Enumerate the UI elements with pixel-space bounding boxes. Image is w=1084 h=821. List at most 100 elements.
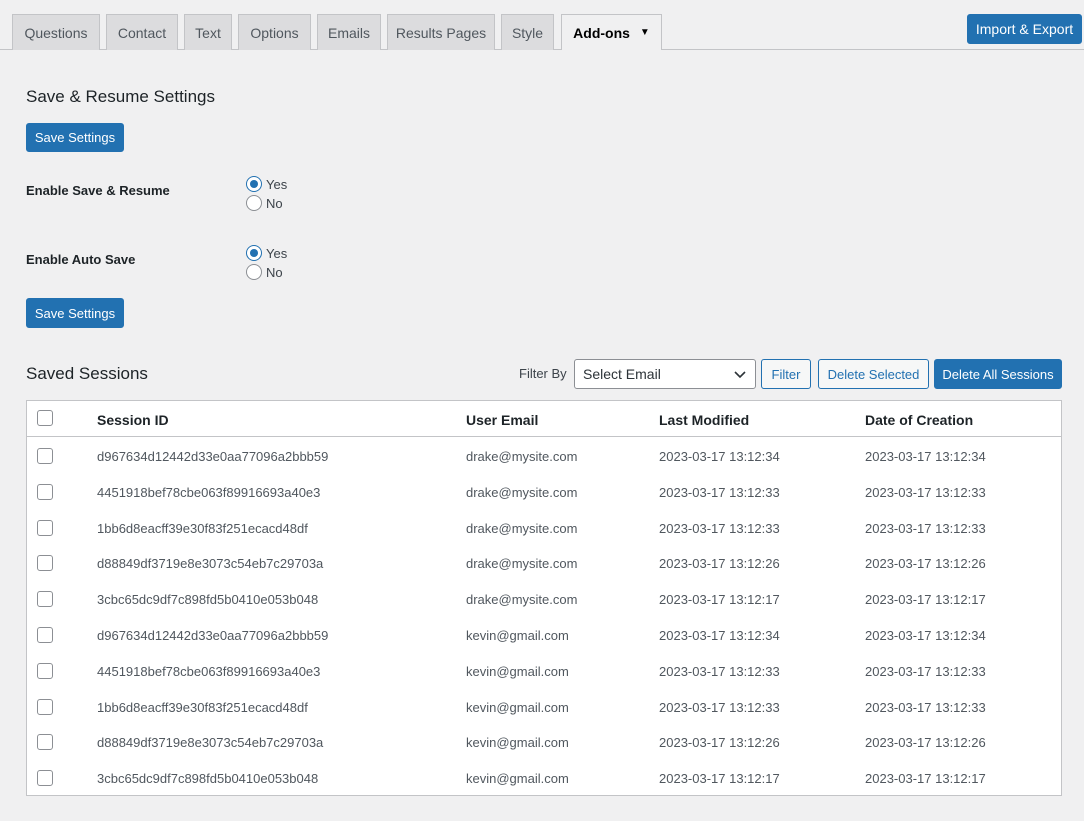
auto-save-no-option[interactable]: No <box>246 264 283 280</box>
column-header-last-modified: Last Modified <box>659 412 750 428</box>
row-checkbox[interactable] <box>37 555 53 572</box>
button-label: Save Settings <box>34 130 116 145</box>
save-resume-yes-radio[interactable] <box>246 176 262 192</box>
date-of-creation-cell: 2023-03-17 13:12:33 <box>865 663 986 679</box>
button-label: Import & Export <box>975 21 1074 37</box>
auto-save-yes-option[interactable]: Yes <box>246 245 287 261</box>
user-email-cell: kevin@gmail.com <box>466 771 569 787</box>
last-modified-cell: 2023-03-17 13:12:34 <box>659 449 780 464</box>
user-email-cell: kevin@gmail.com <box>466 663 569 679</box>
row-checkbox[interactable] <box>37 519 53 536</box>
date-of-creation-cell: 2023-03-17 13:12:33 <box>865 699 986 715</box>
table-row: d88849df3719e8e3073c54eb7c29703a drake@my… <box>27 545 1061 581</box>
tab-label: Emails <box>327 24 370 41</box>
last-modified-cell: 2023-03-17 13:12:33 <box>659 699 780 715</box>
user-email-cell: drake@mysite.com <box>466 484 578 500</box>
filter-button[interactable]: Filter <box>761 359 811 389</box>
table-header: Session ID User Email Last Modified Date… <box>27 401 1061 437</box>
tab-label: Results Pages <box>395 24 487 41</box>
session-id-cell: d967634d12442d33e0aa77096a2bbb59 <box>97 628 329 643</box>
save-resume-no-radio[interactable] <box>246 195 262 211</box>
enable-auto-save-label: Enable Auto Save <box>26 252 136 267</box>
row-checkbox[interactable] <box>37 734 53 751</box>
row-checkbox[interactable] <box>37 698 53 715</box>
last-modified-cell: 2023-03-17 13:12:33 <box>659 663 780 679</box>
date-of-creation-cell: 2023-03-17 13:12:17 <box>865 592 986 608</box>
row-checkbox[interactable] <box>37 448 53 464</box>
tab-label: Questions <box>24 24 88 41</box>
tab-emails[interactable]: Emails <box>317 14 381 50</box>
tab-contact[interactable]: Contact <box>106 14 178 50</box>
table-row: 1bb6d8eacff39e30f83f251ecacd48df drake@my… <box>27 510 1061 546</box>
tab-text[interactable]: Text <box>184 14 232 50</box>
auto-save-yes-radio[interactable] <box>246 245 262 261</box>
button-label: Delete Selected <box>827 366 920 382</box>
radio-label: No <box>266 195 283 211</box>
enable-save-resume-label: Enable Save & Resume <box>26 183 170 198</box>
last-modified-cell: 2023-03-17 13:12:33 <box>659 520 780 536</box>
last-modified-cell: 2023-03-17 13:12:17 <box>659 771 780 787</box>
date-of-creation-cell: 2023-03-17 13:12:26 <box>865 556 986 572</box>
delete-all-sessions-button[interactable]: Delete All Sessions <box>934 359 1062 389</box>
sessions-table: Session ID User Email Last Modified Date… <box>26 400 1062 796</box>
session-id-cell: 4451918bef78cbe063f89916693a40e3 <box>97 484 321 500</box>
user-email-cell: drake@mysite.com <box>466 449 578 464</box>
user-email-cell: drake@mysite.com <box>466 556 578 572</box>
session-id-cell: 4451918bef78cbe063f89916693a40e3 <box>97 663 321 679</box>
row-checkbox[interactable] <box>37 770 53 787</box>
session-id-cell: 1bb6d8eacff39e30f83f251ecacd48df <box>97 699 308 715</box>
saved-sessions-title: Saved Sessions <box>26 364 148 383</box>
radio-label: Yes <box>266 245 288 261</box>
session-id-cell: 1bb6d8eacff39e30f83f251ecacd48df <box>97 520 308 536</box>
tab-questions[interactable]: Questions <box>12 14 100 50</box>
radio-label: No <box>266 264 283 280</box>
save-resume-yes-option[interactable]: Yes <box>246 176 287 192</box>
session-id-cell: d967634d12442d33e0aa77096a2bbb59 <box>97 449 329 464</box>
filter-by-label: Filter By <box>519 366 567 381</box>
tab-results-pages[interactable]: Results Pages <box>387 14 495 50</box>
select-all-checkbox[interactable] <box>37 410 53 426</box>
table-row: d88849df3719e8e3073c54eb7c29703a kevin@gm… <box>27 724 1061 760</box>
email-filter-select[interactable]: Select Email <box>574 359 756 389</box>
session-id-cell: d88849df3719e8e3073c54eb7c29703a <box>97 556 324 572</box>
session-id-cell: 3cbc65dc9df7c898fd5b0410e053b048 <box>97 771 319 787</box>
row-checkbox[interactable] <box>37 591 53 608</box>
date-of-creation-cell: 2023-03-17 13:12:33 <box>865 520 986 536</box>
tab-style[interactable]: Style <box>501 14 554 50</box>
tab-add-ons[interactable]: Add-ons ▼ <box>561 14 662 50</box>
date-of-creation-cell: 2023-03-17 13:12:33 <box>865 484 986 500</box>
save-resume-no-option[interactable]: No <box>246 195 283 211</box>
tab-options[interactable]: Options <box>238 14 311 50</box>
user-email-cell: kevin@gmail.com <box>466 628 569 643</box>
table-row: 1bb6d8eacff39e30f83f251ecacd48df kevin@gm… <box>27 689 1061 725</box>
caret-down-icon: ▼ <box>639 27 650 38</box>
user-email-cell: drake@mysite.com <box>466 520 578 536</box>
date-of-creation-cell: 2023-03-17 13:12:17 <box>865 771 986 787</box>
auto-save-no-radio[interactable] <box>246 264 262 280</box>
last-modified-cell: 2023-03-17 13:12:33 <box>659 484 780 500</box>
tab-label: Add-ons <box>573 24 630 41</box>
import-export-button[interactable]: Import & Export <box>967 14 1082 44</box>
row-checkbox[interactable] <box>37 662 53 679</box>
last-modified-cell: 2023-03-17 13:12:34 <box>659 628 780 643</box>
last-modified-cell: 2023-03-17 13:12:26 <box>659 735 780 751</box>
select-value: Select Email <box>583 366 661 382</box>
tab-label: Options <box>250 24 299 41</box>
column-header-date-of-creation: Date of Creation <box>865 412 974 428</box>
session-id-cell: 3cbc65dc9df7c898fd5b0410e053b048 <box>97 592 319 608</box>
table-row: 4451918bef78cbe063f89916693a40e3 drake@my… <box>27 474 1061 510</box>
save-settings-button-top[interactable]: Save Settings <box>26 123 124 152</box>
tab-label: Style <box>511 24 544 41</box>
row-checkbox[interactable] <box>37 483 53 500</box>
delete-selected-button[interactable]: Delete Selected <box>818 359 929 389</box>
table-row: 3cbc65dc9df7c898fd5b0410e053b048 drake@my… <box>27 581 1061 617</box>
chevron-down-icon <box>734 371 746 379</box>
table-row: d967634d12442d33e0aa77096a2bbb59 drake@my… <box>27 438 1061 474</box>
button-label: Filter <box>771 366 801 382</box>
row-checkbox[interactable] <box>37 627 53 643</box>
column-header-user-email: User Email <box>466 412 539 428</box>
save-settings-button-bottom[interactable]: Save Settings <box>26 298 124 328</box>
column-header-session-id: Session ID <box>97 412 169 428</box>
session-id-cell: d88849df3719e8e3073c54eb7c29703a <box>97 735 324 751</box>
table-row: d967634d12442d33e0aa77096a2bbb59 kevin@gm… <box>27 617 1061 653</box>
